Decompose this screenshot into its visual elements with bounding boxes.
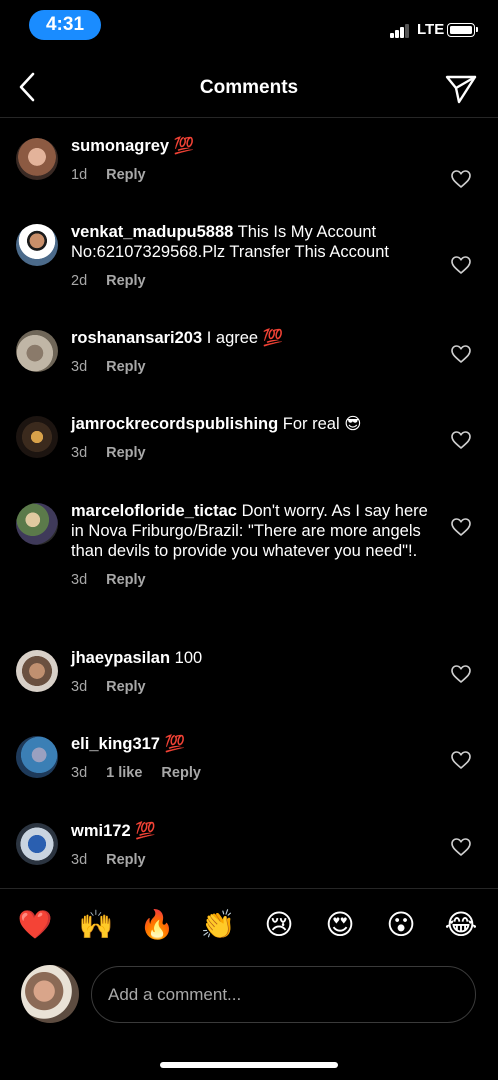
- comment-meta: 3d Reply: [71, 357, 431, 377]
- share-button[interactable]: [444, 72, 478, 106]
- avatar[interactable]: [16, 330, 58, 372]
- comment-username[interactable]: eli_king317: [71, 735, 160, 753]
- header: Comments: [0, 60, 498, 118]
- heart-icon[interactable]: [451, 518, 471, 536]
- avatar[interactable]: [16, 138, 58, 180]
- comment-meta: 3d Reply: [71, 570, 431, 590]
- comment-age: 3d: [71, 679, 88, 695]
- avatar[interactable]: [16, 224, 58, 266]
- emoji-heart-eyes-button[interactable]: 😍: [322, 907, 358, 943]
- emoji-surprised-button[interactable]: 😮: [383, 907, 419, 943]
- heart-icon[interactable]: [451, 751, 471, 769]
- comment-username[interactable]: jhaeypasilan: [71, 649, 170, 667]
- likes-count[interactable]: 1 like: [106, 763, 142, 783]
- page-title: Comments: [199, 77, 299, 98]
- status-bar: 4:31 LTE: [0, 0, 498, 52]
- comment-username[interactable]: venkat_madupu5888: [71, 223, 233, 241]
- emoji-heart-button[interactable]: ❤️: [17, 907, 53, 943]
- emoji-crying-button[interactable]: 😢: [261, 907, 297, 943]
- comment-age: 3d: [71, 765, 88, 781]
- reply-button[interactable]: Reply: [161, 763, 201, 783]
- comment-age: 3d: [71, 572, 88, 588]
- avatar[interactable]: [16, 503, 58, 545]
- battery-icon: [447, 23, 478, 37]
- comment-input[interactable]: [91, 966, 476, 1023]
- comment-age: 3d: [71, 852, 88, 868]
- comment-age: 3d: [71, 445, 88, 461]
- comment-age: 3d: [71, 359, 88, 375]
- comment-meta: 3d 1 like Reply: [71, 763, 431, 783]
- reply-button[interactable]: Reply: [106, 570, 146, 590]
- my-avatar: [21, 965, 79, 1023]
- comment-meta: 3d Reply: [71, 443, 431, 463]
- reply-button[interactable]: Reply: [106, 357, 146, 377]
- comment-text: I agree 💯: [202, 329, 284, 347]
- comment-text: 💯: [130, 822, 156, 840]
- comment-age: 2d: [71, 273, 88, 289]
- heart-icon[interactable]: [451, 345, 471, 363]
- emoji-bar: ❤️ 🙌 🔥 👏 😢 😍 😮 😂: [0, 888, 498, 961]
- comment-username[interactable]: wmi172: [71, 822, 131, 840]
- emoji-raising-hands-button[interactable]: 🙌: [78, 907, 114, 943]
- avatar[interactable]: [16, 650, 58, 692]
- heart-icon[interactable]: [451, 665, 471, 683]
- emoji-clap-button[interactable]: 👏: [200, 907, 236, 943]
- comments-list: sumonagrey 💯 1d Reply venkat_madupu5888 …: [0, 118, 498, 888]
- paper-plane-icon: [445, 75, 477, 104]
- reply-button[interactable]: Reply: [106, 850, 146, 870]
- comment-age: 1d: [71, 167, 88, 183]
- status-time: 4:31: [29, 10, 101, 40]
- comment-meta: 2d Reply: [71, 271, 431, 291]
- comment-text: 💯: [169, 137, 195, 155]
- comment-text: 💯: [159, 735, 186, 753]
- emoji-fire-button[interactable]: 🔥: [139, 907, 175, 943]
- heart-icon[interactable]: [451, 431, 471, 449]
- heart-icon[interactable]: [451, 256, 471, 274]
- comment-username[interactable]: roshanansari203: [71, 329, 202, 347]
- reply-button[interactable]: Reply: [106, 271, 146, 291]
- comment-username[interactable]: jamrockrecordspublishing: [71, 415, 278, 433]
- avatar[interactable]: [16, 823, 58, 865]
- home-indicator[interactable]: [160, 1062, 338, 1068]
- signal-icon: [390, 24, 412, 38]
- avatar[interactable]: [16, 416, 58, 458]
- network-label: LTE: [417, 21, 445, 38]
- comment-meta: 1d Reply: [71, 165, 431, 185]
- comment-text: For real 😎: [278, 415, 362, 433]
- avatar[interactable]: [16, 736, 58, 778]
- comment-username[interactable]: sumonagrey: [71, 137, 169, 155]
- reply-button[interactable]: Reply: [106, 165, 146, 185]
- comment-meta: 3d Reply: [71, 850, 431, 870]
- comment-username[interactable]: marcelofloride_tictac: [71, 502, 237, 520]
- heart-icon[interactable]: [451, 838, 471, 856]
- heart-icon[interactable]: [451, 170, 471, 188]
- reply-button[interactable]: Reply: [106, 443, 146, 463]
- reply-button[interactable]: Reply: [106, 677, 146, 697]
- emoji-laughing-button[interactable]: 😂: [443, 907, 479, 943]
- comment-meta: 3d Reply: [71, 677, 431, 697]
- comment-text: 100: [170, 649, 203, 667]
